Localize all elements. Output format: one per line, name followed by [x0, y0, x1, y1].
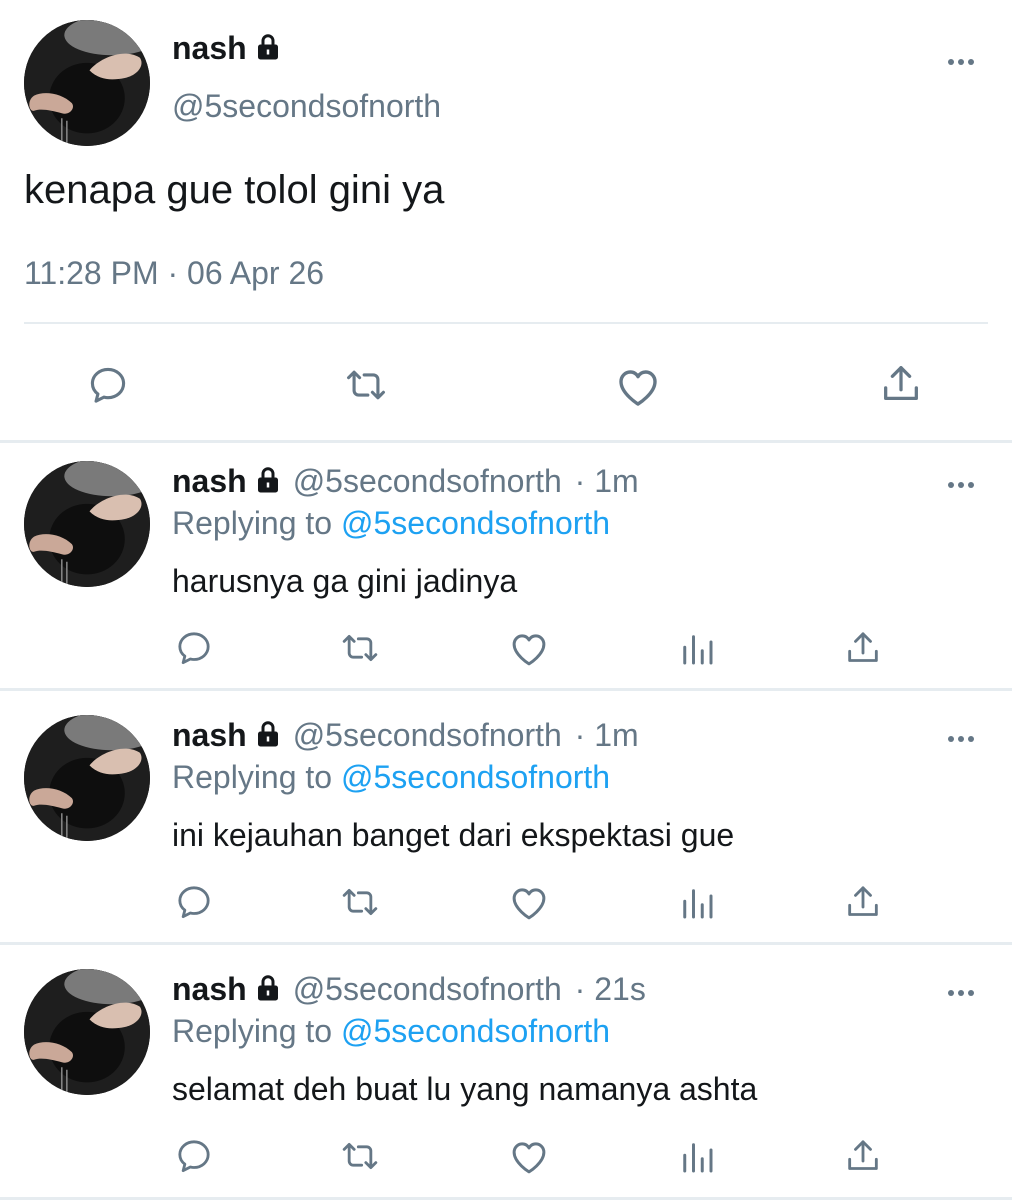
- tweet-actions: [0, 355, 1012, 415]
- analytics-icon: [676, 1136, 718, 1178]
- share-icon: [843, 628, 883, 668]
- lock-icon: [253, 465, 283, 495]
- like-icon: [508, 1136, 550, 1178]
- share-icon: [878, 361, 924, 407]
- reply-button[interactable]: [174, 1136, 214, 1176]
- user-handle[interactable]: @5secondsofnorth: [293, 463, 562, 499]
- retweet-button[interactable]: [340, 882, 380, 922]
- reply-actions: [0, 882, 1012, 932]
- replying-to-link[interactable]: @5secondsofnorth: [341, 505, 610, 541]
- more-options-icon[interactable]: [946, 733, 976, 745]
- display-name[interactable]: nash: [172, 30, 283, 67]
- analytics-button[interactable]: [676, 882, 718, 924]
- reply-tweet[interactable]: nash @5secondsofnorth · 21s Replying to @…: [0, 951, 1012, 1202]
- share-button[interactable]: [843, 882, 883, 922]
- replying-to-label: Replying to: [172, 759, 333, 795]
- retweet-icon: [340, 628, 380, 668]
- more-options-icon[interactable]: [946, 987, 976, 999]
- like-icon: [508, 628, 550, 670]
- lock-icon: [253, 719, 283, 749]
- analytics-button[interactable]: [676, 1136, 718, 1178]
- retweet-icon: [344, 363, 388, 407]
- reply-icon: [174, 1136, 214, 1176]
- avatar[interactable]: [24, 461, 150, 587]
- retweet-button[interactable]: [340, 628, 380, 668]
- reply-icon: [174, 882, 214, 922]
- reply-button[interactable]: [86, 363, 130, 407]
- like-button[interactable]: [508, 628, 550, 670]
- replying-to-link[interactable]: @5secondsofnorth: [341, 1013, 610, 1049]
- divider: [24, 322, 988, 324]
- display-name[interactable]: nash: [172, 971, 247, 1007]
- share-icon: [843, 1136, 883, 1176]
- avatar[interactable]: [24, 20, 150, 146]
- reply-text: ini kejauhan banget dari ekspektasi gue: [172, 817, 735, 853]
- reply-button[interactable]: [174, 882, 214, 922]
- replying-to-label: Replying to: [172, 505, 333, 541]
- replying-to-link[interactable]: @5secondsofnorth: [341, 759, 610, 795]
- like-button[interactable]: [508, 882, 550, 924]
- reply-time[interactable]: · 1m: [575, 717, 639, 753]
- retweet-icon: [340, 882, 380, 922]
- user-handle[interactable]: @5secondsofnorth: [293, 971, 562, 1007]
- reply-time[interactable]: · 1m: [575, 463, 639, 499]
- replying-to: Replying to @5secondsofnorth: [172, 1013, 610, 1050]
- reply-icon: [174, 628, 214, 668]
- share-button[interactable]: [878, 361, 924, 407]
- replying-to: Replying to @5secondsofnorth: [172, 505, 610, 542]
- reply-actions: [0, 1136, 1012, 1186]
- retweet-button[interactable]: [340, 1136, 380, 1176]
- reply-header: nash @5secondsofnorth · 21s: [172, 971, 646, 1008]
- more-options-icon[interactable]: [946, 56, 976, 68]
- like-button[interactable]: [508, 1136, 550, 1178]
- more-options-icon[interactable]: [946, 479, 976, 491]
- avatar[interactable]: [24, 969, 150, 1095]
- main-tweet: nash @5secondsofnorth kenapa gue tolol g…: [0, 0, 1012, 442]
- like-icon: [508, 882, 550, 924]
- reply-header: nash @5secondsofnorth · 1m: [172, 717, 639, 754]
- reply-time[interactable]: · 21s: [575, 971, 646, 1007]
- reply-tweet[interactable]: nash @5secondsofnorth · 1m Replying to @5…: [0, 443, 1012, 694]
- display-name[interactable]: nash: [172, 463, 247, 499]
- reply-icon: [86, 363, 130, 407]
- display-name[interactable]: nash: [172, 717, 247, 753]
- retweet-button[interactable]: [344, 363, 388, 407]
- analytics-icon: [676, 882, 718, 924]
- reply-text: harusnya ga gini jadinya: [172, 563, 518, 599]
- tweet-timestamp[interactable]: 11:28 PM · 06 Apr 26: [24, 255, 324, 292]
- share-icon: [843, 882, 883, 922]
- separator: [0, 942, 1012, 945]
- analytics-icon: [676, 628, 718, 670]
- reply-text: selamat deh buat lu yang namanya ashta: [172, 1071, 758, 1107]
- share-button[interactable]: [843, 628, 883, 668]
- reply-header: nash @5secondsofnorth · 1m: [172, 463, 639, 500]
- reply-tweet[interactable]: nash @5secondsofnorth · 1m Replying to @5…: [0, 697, 1012, 948]
- display-name-text[interactable]: nash: [172, 30, 247, 66]
- replying-to-label: Replying to: [172, 1013, 333, 1049]
- lock-icon: [253, 32, 283, 62]
- replying-to: Replying to @5secondsofnorth: [172, 759, 610, 796]
- reply-button[interactable]: [174, 628, 214, 668]
- like-icon: [614, 363, 662, 411]
- user-handle[interactable]: @5secondsofnorth: [293, 717, 562, 753]
- like-button[interactable]: [614, 363, 662, 411]
- reply-actions: [0, 628, 1012, 678]
- analytics-button[interactable]: [676, 628, 718, 670]
- user-handle[interactable]: @5secondsofnorth: [172, 88, 441, 125]
- lock-icon: [253, 973, 283, 1003]
- tweet-text: kenapa gue tolol gini ya: [24, 168, 445, 212]
- separator: [0, 688, 1012, 691]
- avatar[interactable]: [24, 715, 150, 841]
- share-button[interactable]: [843, 1136, 883, 1176]
- retweet-icon: [340, 1136, 380, 1176]
